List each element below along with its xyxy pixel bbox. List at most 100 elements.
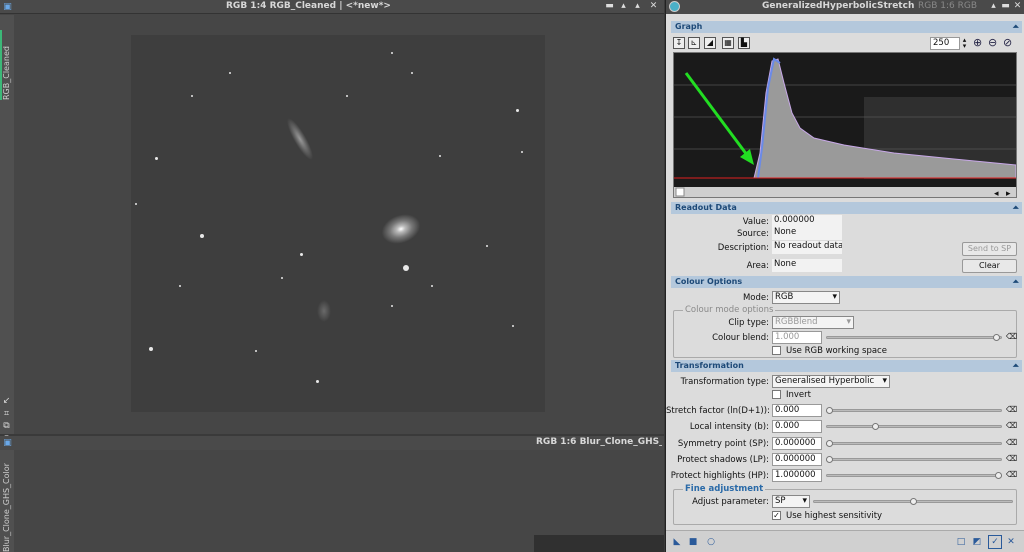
browse-documentation-icon[interactable]: □: [956, 537, 966, 547]
panel-title-bar[interactable]: GeneralizedHyperbolicStretch RGB 1:6 RGB…: [666, 0, 1024, 14]
highest-sensitivity-checkbox[interactable]: ✓: [772, 511, 781, 520]
window-menu-icon[interactable]: ▣: [2, 1, 13, 13]
fine-adjust-knob[interactable]: [910, 498, 917, 505]
grid-icon[interactable]: ▦: [722, 37, 734, 49]
resize-icon[interactable]: ↙: [1, 395, 12, 407]
param-slider[interactable]: [826, 474, 1002, 477]
maximize-icon[interactable]: ▴: [632, 0, 643, 12]
galaxy-image[interactable]: [131, 35, 545, 412]
ok-icon[interactable]: ✓: [988, 535, 1002, 549]
section-title: Transformation: [675, 361, 744, 370]
param-slider-knob[interactable]: [826, 440, 833, 447]
section-readout-header[interactable]: Readout Data ⏶: [671, 202, 1022, 214]
param-slider[interactable]: [826, 458, 1002, 461]
reset-icon[interactable]: ⌫: [1006, 454, 1017, 464]
param-label: Protect highlights (HP):: [670, 471, 769, 481]
shade-icon[interactable]: ▴: [618, 0, 629, 12]
panel-title-suffix: RGB 1:6 RGB: [918, 1, 978, 11]
clip-type-label: Clip type:: [728, 318, 769, 328]
process-icon[interactable]: [669, 1, 680, 12]
reset-icon[interactable]: ⌫: [1006, 421, 1017, 431]
param-slider[interactable]: [826, 409, 1002, 412]
zoom-spin-icon[interactable]: ▴ ▾: [960, 37, 969, 50]
close-icon[interactable]: ✕: [648, 0, 659, 12]
transformation-type-select[interactable]: Generalised Hyperbolic: [772, 375, 890, 388]
clone-icon[interactable]: ⧉: [1, 420, 12, 432]
panel-bottom-bar: ◣ ■ ○ □ ◩ ✓ ✕: [666, 530, 1024, 552]
param-slider[interactable]: [826, 425, 1002, 428]
param-field[interactable]: 0.000000: [772, 437, 822, 450]
window-side-tab[interactable]: RGB_Cleaned ↙ ⌗ ⧉ ◎: [0, 15, 14, 444]
zoom-field[interactable]: 250: [930, 37, 960, 50]
window-menu-icon[interactable]: ▣: [2, 437, 13, 449]
param-slider-knob[interactable]: [995, 472, 1002, 479]
minimize-icon[interactable]: ▬: [604, 0, 615, 12]
window-side-tab[interactable]: Blur_Clone_GHS_Color: [0, 450, 14, 552]
zoom-out-icon[interactable]: ⊖: [988, 36, 997, 49]
histogram-graph[interactable]: ◂ ▸: [673, 52, 1017, 198]
galaxy-faint: [317, 300, 331, 322]
curve-icon[interactable]: ◢: [704, 37, 716, 49]
adjust-parameter-select[interactable]: SP: [772, 495, 810, 508]
send-to-sp-button[interactable]: Send to SP: [962, 242, 1017, 256]
transformation-type-label: Transformation type:: [680, 377, 769, 387]
area-label: Area:: [746, 261, 769, 271]
use-rgb-label: Use RGB working space: [786, 346, 887, 356]
zoom-fit-icon[interactable]: ⊘: [1003, 36, 1012, 49]
window-title-bar[interactable]: ▣ RGB 1:6 Blur_Clone_GHS_Color: [0, 436, 664, 450]
param-field[interactable]: 0.000: [772, 420, 822, 433]
colour-blend-knob[interactable]: [993, 334, 1000, 341]
histogram-icon[interactable]: ▙: [738, 37, 750, 49]
param-label: Stretch factor (ln(D+1)):: [666, 406, 770, 416]
param-field[interactable]: 0.000000: [772, 453, 822, 466]
reset-icon[interactable]: ⌫: [1006, 470, 1017, 480]
section-colour-header[interactable]: Colour Options ⏶: [671, 276, 1022, 288]
param-slider-knob[interactable]: [872, 423, 879, 430]
invert-checkbox[interactable]: [772, 390, 781, 399]
collapse-icon[interactable]: ⏶: [1013, 276, 1019, 288]
shade-icon[interactable]: ▴: [988, 0, 999, 12]
collapse-icon[interactable]: ⏶: [1013, 360, 1019, 372]
real-time-preview-icon[interactable]: ○: [706, 537, 716, 547]
param-slider-knob[interactable]: [826, 456, 833, 463]
clear-button[interactable]: Clear: [962, 259, 1017, 273]
group-title: Colour mode options: [683, 305, 776, 315]
window-title: RGB 1:4 RGB_Cleaned | <*new*>: [226, 1, 391, 11]
colour-blend-field[interactable]: 1.000: [772, 331, 822, 344]
section-transformation-header[interactable]: Transformation ⏶: [671, 360, 1022, 372]
use-rgb-checkbox[interactable]: [772, 346, 781, 355]
param-field[interactable]: 1.000000: [772, 469, 822, 482]
clip-type-select[interactable]: RGBBlend: [772, 316, 854, 329]
collapse-icon[interactable]: ⏶: [1013, 21, 1019, 33]
zoom-in-icon[interactable]: ⊕: [973, 36, 982, 49]
reset-icon[interactable]: ⌫: [1006, 332, 1017, 342]
param-slider-knob[interactable]: [826, 407, 833, 414]
side-tab-label: Blur_Clone_GHS_Color: [2, 463, 11, 552]
reset-icon[interactable]: ⌫: [1006, 438, 1017, 448]
colour-blend-slider[interactable]: [826, 336, 1002, 339]
source-label: Source:: [736, 229, 769, 239]
window-title: RGB 1:6 Blur_Clone_GHS_Color: [536, 437, 662, 447]
section-title: Colour Options: [675, 277, 743, 286]
reset-all-icon[interactable]: ✕: [1006, 537, 1016, 547]
close-icon[interactable]: ✕: [1012, 0, 1023, 12]
new-instance-icon[interactable]: ◣: [672, 537, 682, 547]
window-title-bar[interactable]: ▣ RGB 1:4 RGB_Cleaned | <*new*> ▬ ▴ ▴ ✕: [0, 0, 664, 14]
image-window-rgb-cleaned: ▣ RGB 1:4 RGB_Cleaned | <*new*> ▬ ▴ ▴ ✕ …: [0, 0, 664, 444]
apply-global-icon[interactable]: ■: [688, 537, 698, 547]
histogram-plot: ◂ ▸: [674, 57, 1016, 197]
minimize-icon[interactable]: ▬: [1000, 0, 1011, 12]
pin-icon[interactable]: ⌗: [1, 408, 12, 420]
collapse-icon[interactable]: ⏶: [1013, 202, 1019, 214]
param-slider[interactable]: [826, 442, 1002, 445]
colour-blend-label: Colour blend:: [712, 333, 769, 343]
section-graph-header[interactable]: Graph ⏶: [671, 21, 1022, 33]
reset-icon[interactable]: ⌫: [1006, 405, 1017, 415]
description-label: Description:: [717, 243, 769, 253]
track-view-icon[interactable]: ◩: [972, 537, 982, 547]
log-graph-icon[interactable]: ⊾: [688, 37, 700, 49]
mode-select[interactable]: RGB: [772, 291, 840, 304]
param-field[interactable]: 0.000: [772, 404, 822, 417]
linear-graph-icon[interactable]: ↧: [673, 37, 685, 49]
source-field: None: [772, 227, 842, 240]
